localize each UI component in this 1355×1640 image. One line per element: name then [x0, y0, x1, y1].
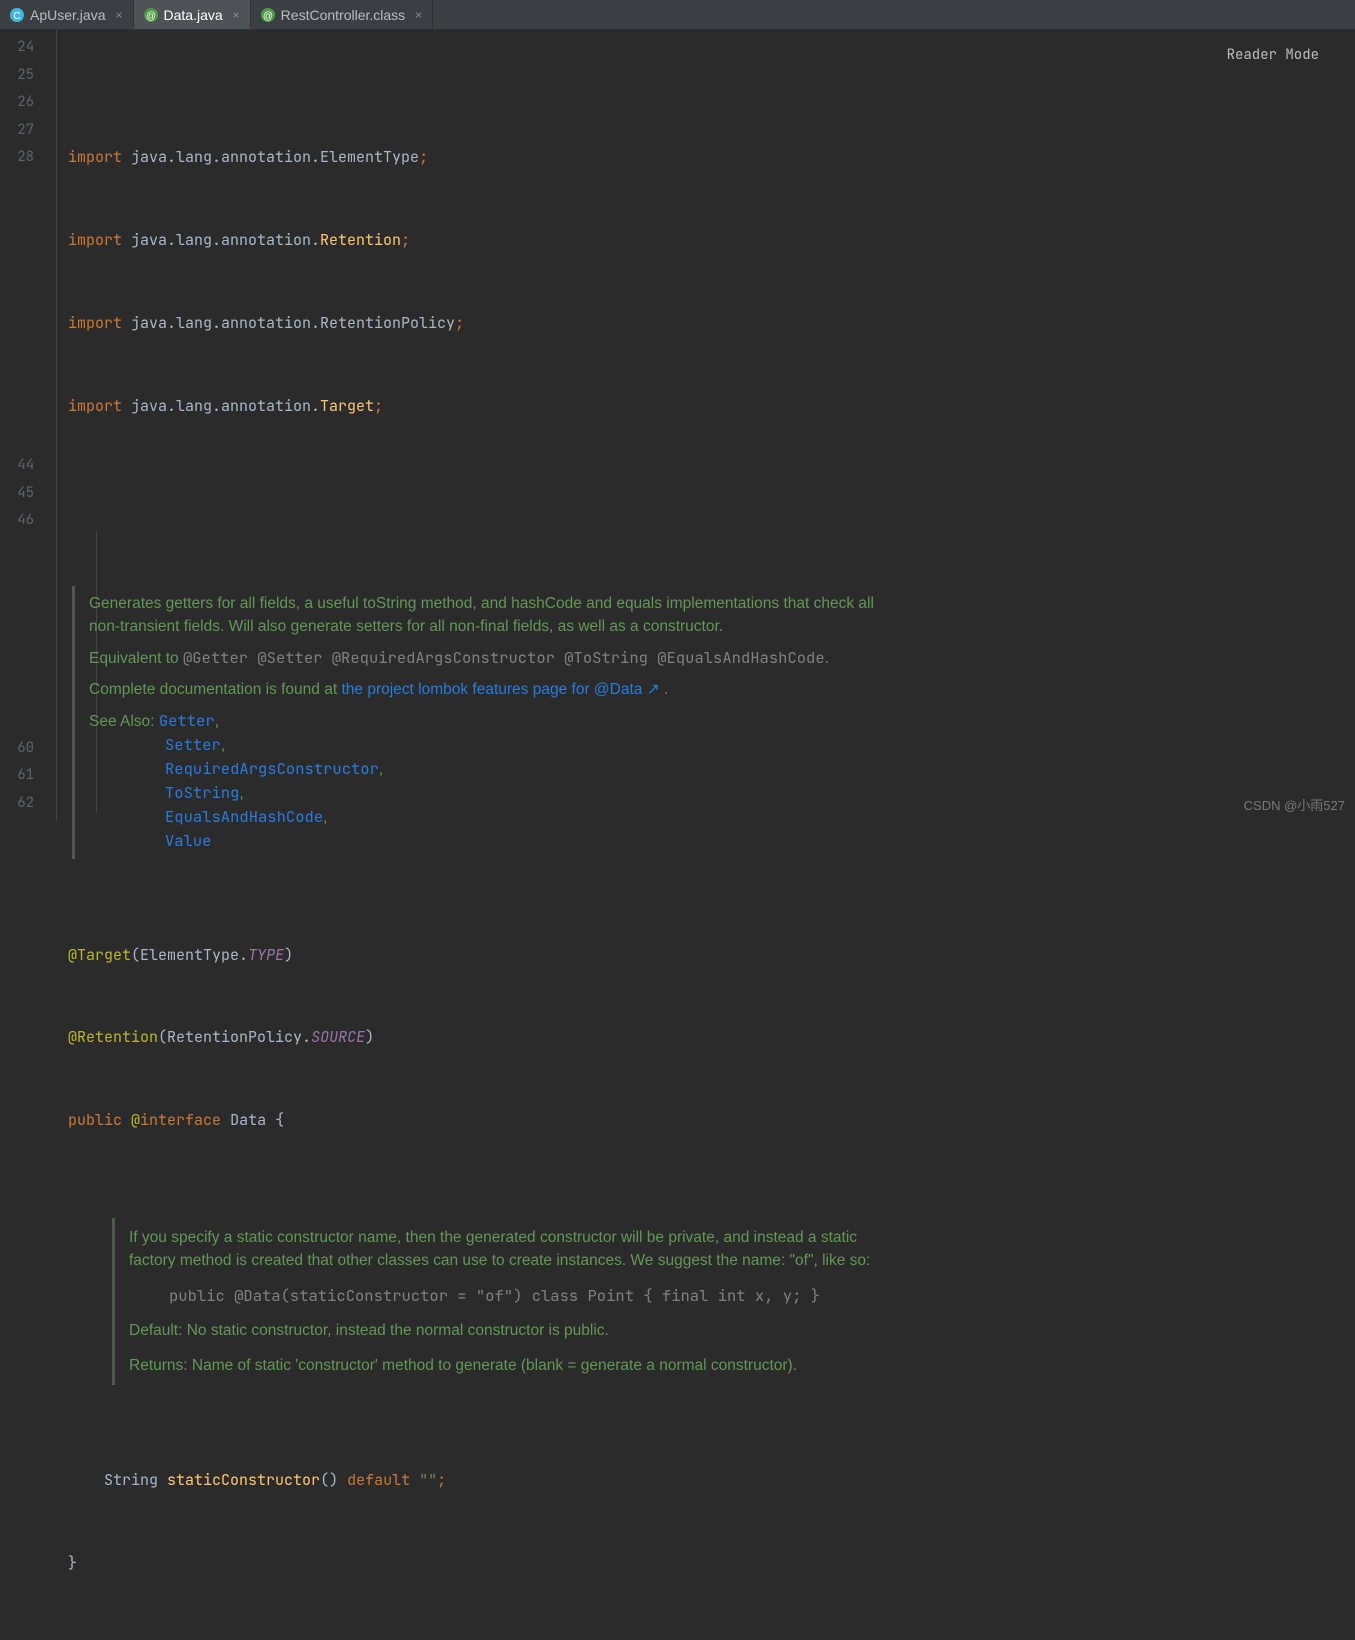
- doc-paragraph: Default: No static constructor, instead …: [129, 1319, 898, 1342]
- javadoc-block: If you specify a static constructor name…: [112, 1218, 912, 1385]
- close-icon[interactable]: ×: [233, 8, 240, 22]
- code-line: @Target(ElementType.TYPE): [68, 942, 1355, 970]
- annotation-icon: @: [261, 8, 275, 22]
- editor-tabs: C ApUser.java × @ Data.java × @ RestCont…: [0, 0, 1355, 30]
- tab-apuser[interactable]: C ApUser.java ×: [0, 0, 134, 29]
- watermark: CSDN @小雨527: [1244, 795, 1345, 814]
- reader-mode-button[interactable]: Reader Mode: [1221, 40, 1325, 72]
- tab-label: Data.java: [164, 7, 223, 23]
- code-line: @Retention(RetentionPolicy.SOURCE): [68, 1024, 1355, 1052]
- tab-label: RestController.class: [281, 7, 406, 23]
- code-line: [68, 476, 1355, 504]
- code-line: import java.lang.annotation.RetentionPol…: [68, 310, 1355, 338]
- doc-link[interactable]: the project lombok features page for @Da…: [341, 681, 659, 698]
- doc-paragraph: If you specify a static constructor name…: [129, 1226, 898, 1272]
- tab-restcontroller[interactable]: @ RestController.class ×: [251, 0, 434, 29]
- close-icon[interactable]: ×: [415, 8, 422, 22]
- close-icon[interactable]: ×: [115, 8, 122, 22]
- line-gutter: 24 25 26 27 28 44 45 46 60 61 62: [0, 30, 48, 820]
- svg-text:@: @: [145, 11, 155, 22]
- doc-paragraph: Equivalent to @Getter @Setter @RequiredA…: [89, 646, 890, 670]
- annotation-icon: @: [144, 8, 158, 22]
- code-line: import java.lang.annotation.Retention;: [68, 227, 1355, 255]
- code-line: }: [68, 1550, 1355, 1578]
- code-line: import java.lang.annotation.ElementType;: [68, 144, 1355, 172]
- doc-paragraph: Generates getters for all fields, a usef…: [89, 592, 890, 638]
- editor-area: 24 25 26 27 28 44 45 46 60 61 62 Reader …: [0, 30, 1355, 820]
- editor-content[interactable]: Reader Mode import java.lang.annotation.…: [48, 30, 1355, 820]
- code-line: String staticConstructor() default "";: [68, 1467, 1355, 1495]
- class-icon: C: [10, 8, 24, 22]
- tab-label: ApUser.java: [30, 7, 105, 23]
- code-line: [68, 1633, 1355, 1640]
- code-line: import java.lang.annotation.Target;: [68, 393, 1355, 421]
- svg-text:@: @: [263, 11, 273, 22]
- doc-code-example: public @Data(staticConstructor = "of") c…: [169, 1284, 898, 1307]
- tab-data[interactable]: @ Data.java ×: [134, 0, 251, 29]
- code-line: public @interface Data {: [68, 1107, 1355, 1135]
- see-also: See Also: Getter, Setter, RequiredArgsCo…: [89, 709, 890, 853]
- doc-returns: Returns: Name of static 'constructor' me…: [129, 1354, 898, 1377]
- svg-text:C: C: [13, 11, 20, 22]
- javadoc-block: Generates getters for all fields, a usef…: [72, 586, 902, 859]
- doc-paragraph: Complete documentation is found at the p…: [89, 678, 890, 701]
